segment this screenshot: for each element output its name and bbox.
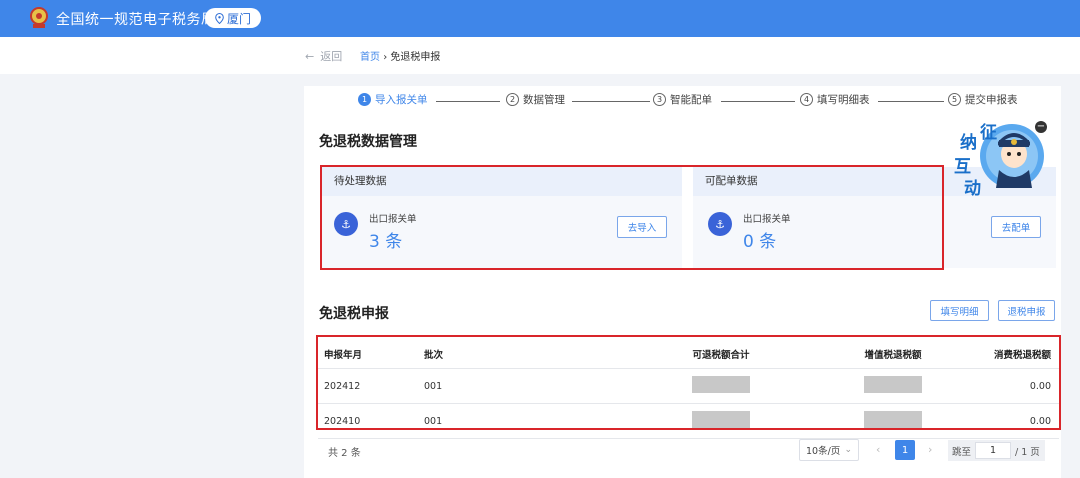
top-bar: 全国统一规范电子税务局 厦门 [0, 0, 1080, 37]
highlight-box-data-cards [320, 165, 944, 270]
chevron-down-icon: ⌄ [844, 445, 852, 455]
location-pin-icon [215, 12, 224, 24]
page-size-select[interactable]: 10条/页 ⌄ [799, 439, 859, 461]
mascot-char: 征 [980, 123, 997, 143]
city-name: 厦门 [226, 11, 251, 26]
total-pages: / 1 页 [1015, 446, 1040, 458]
breadcrumb-bar [0, 37, 1080, 74]
breadcrumb-separator: › [383, 52, 388, 63]
fill-detail-button[interactable]: 填写明细 [930, 300, 989, 321]
goto-page-input[interactable]: 1 [975, 442, 1012, 459]
back-label: 返回 [320, 50, 343, 63]
step-smart-matching[interactable]: 3 智能配单 [653, 92, 712, 107]
prev-page-icon[interactable]: ‹ [876, 443, 880, 456]
step-connector [878, 101, 944, 102]
highlight-box-table [316, 335, 1061, 430]
tax-emblem-icon [30, 7, 48, 28]
goto-label: 跳至 [952, 446, 972, 458]
breadcrumb: 首页 › 免退税申报 [360, 48, 440, 63]
mascot-char: 动 [964, 179, 981, 199]
next-page-icon[interactable]: › [928, 443, 932, 456]
step-connector [721, 101, 795, 102]
mascot-char: 纳 [960, 133, 977, 153]
breadcrumb-current: 免退税申报 [390, 52, 441, 63]
back-button[interactable]: ← 返回 [305, 48, 342, 64]
data-management-title: 免退税数据管理 [319, 134, 417, 150]
step-connector [572, 101, 650, 102]
collapse-mascot-icon[interactable]: − [1035, 121, 1047, 133]
progress-steps: 1 导入报关单 2 数据管理 3 智能配单 4 填写明细表 5 提交申报表 [304, 92, 1061, 112]
app-title: 全国统一规范电子税务局 [56, 12, 216, 28]
page-size-value: 10条/页 [806, 446, 841, 457]
page-jump: 跳至 1 / 1 页 [948, 440, 1045, 461]
city-selector[interactable]: 厦门 [205, 8, 261, 28]
step-connector [436, 101, 500, 102]
step-data-management[interactable]: 2 数据管理 [506, 92, 565, 107]
go-match-button[interactable]: 去配单 [991, 216, 1041, 238]
page-number-current[interactable]: 1 [895, 440, 915, 460]
step-fill-details[interactable]: 4 填写明细表 [800, 92, 870, 107]
step-submit[interactable]: 5 提交申报表 [948, 92, 1018, 107]
arrow-left-icon: ← [305, 49, 315, 63]
total-count: 共 2 条 [328, 448, 361, 459]
refund-declare-button[interactable]: 退税申报 [998, 300, 1055, 321]
breadcrumb-home[interactable]: 首页 [360, 52, 380, 63]
declaration-title: 免退税申报 [319, 306, 389, 322]
step-import[interactable]: 1 导入报关单 [358, 92, 428, 107]
